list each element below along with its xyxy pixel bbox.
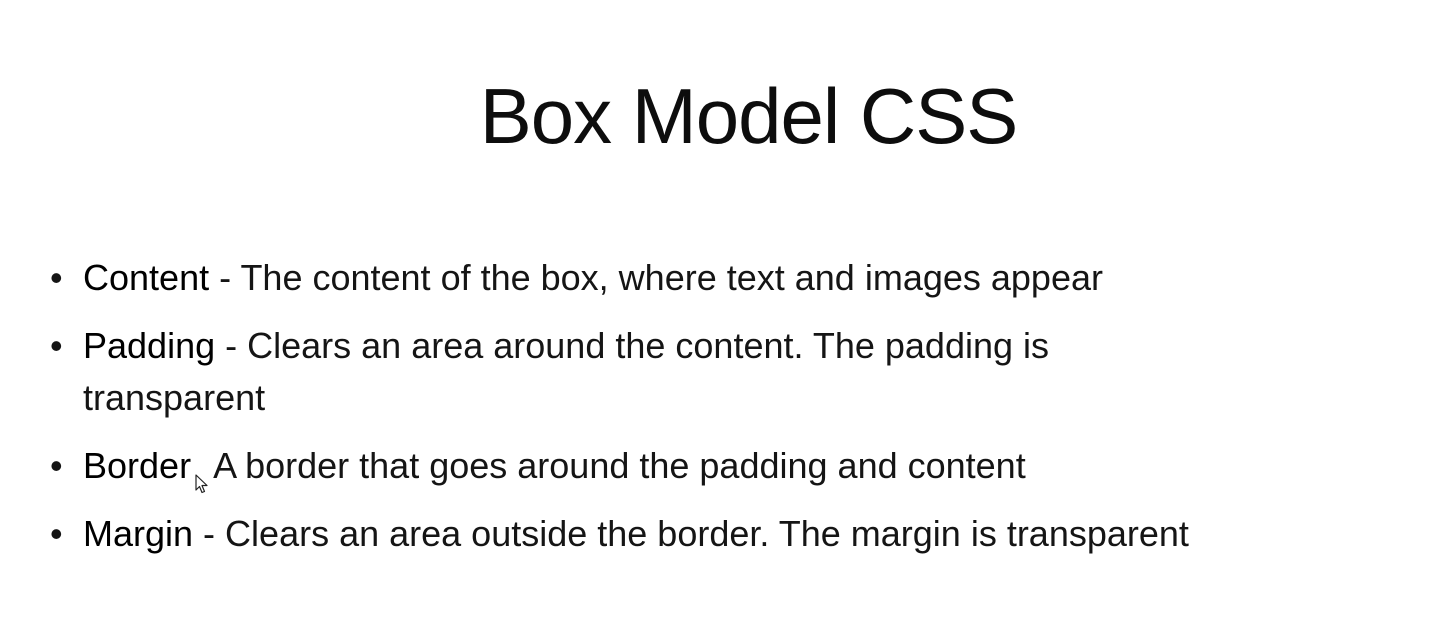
bullet-item-padding: • Padding - Clears an area around the co…: [48, 320, 1233, 424]
bullet-text: A border that goes around the padding an…: [213, 445, 1026, 486]
bullet-separator: -: [193, 513, 226, 554]
bullet-list: • Content - The content of the box, wher…: [48, 252, 1428, 576]
bullet-separator: -: [215, 325, 248, 366]
bullet-term: Padding: [83, 325, 216, 366]
bullet-dot: •: [50, 513, 63, 554]
bullet-item-margin: • Margin - Clears an area outside the bo…: [48, 508, 1428, 560]
bullet-item-border: • Border A border that goes around the pa…: [48, 440, 1428, 494]
slide: Box Model CSS • Content - The content of…: [0, 0, 1437, 621]
bullet-dot: •: [50, 325, 63, 366]
bullet-term: Border: [83, 445, 192, 486]
bullet-term: Margin: [83, 513, 194, 554]
slide-title: Box Model CSS: [479, 72, 1019, 160]
bullet-item-content: • Content - The content of the box, wher…: [48, 252, 1428, 304]
bullet-separator: -: [209, 257, 241, 298]
bullet-term: Content: [83, 257, 210, 298]
mouse-pointer-icon: [195, 456, 209, 494]
bullet-text: Clears an area outside the border. The m…: [225, 513, 1189, 554]
bullet-dot: •: [50, 257, 63, 298]
bullet-dot: •: [50, 445, 63, 486]
bullet-text: The content of the box, where text and i…: [240, 257, 1103, 298]
